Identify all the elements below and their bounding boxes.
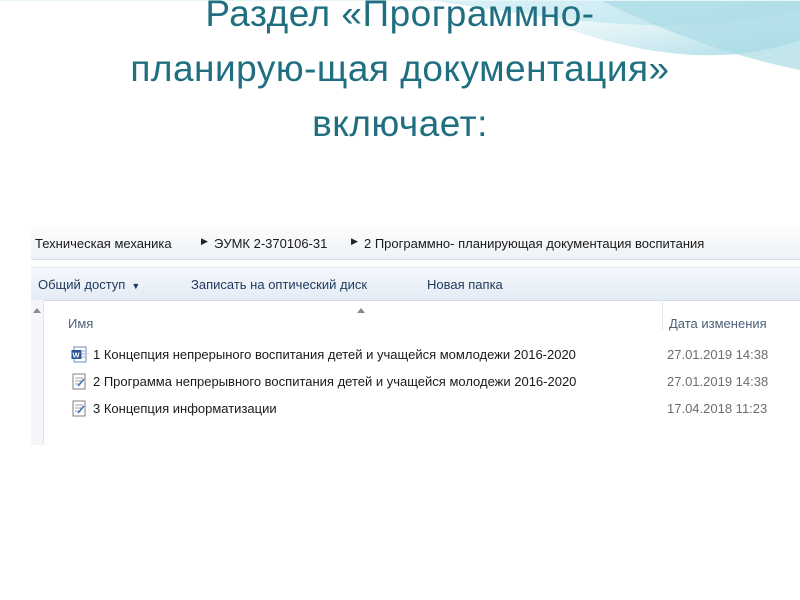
file-date: 17.04.2018 11:23 bbox=[667, 401, 768, 416]
svg-text:W: W bbox=[73, 351, 81, 360]
file-date: 27.01.2019 14:38 bbox=[667, 374, 769, 389]
file-row[interactable]: W 1 Концепция непрерыного воспитания дет… bbox=[43, 344, 800, 366]
share-button-label: Общий доступ bbox=[38, 277, 126, 292]
file-row[interactable]: 3 Концепция информатизации 17.04.2018 11… bbox=[43, 398, 800, 420]
title-line-2: планирую-щая документация» bbox=[130, 48, 670, 89]
slide-title: Раздел «Программно- планирую-щая докумен… bbox=[0, 0, 800, 151]
explorer-window: Техническая механика ▶ ЭУМК 2-370106-31 … bbox=[31, 227, 800, 445]
burn-disc-button[interactable]: Записать на оптический диск bbox=[191, 277, 367, 292]
word-document-icon: W bbox=[71, 346, 87, 363]
breadcrumb-separator-icon[interactable]: ▶ bbox=[201, 236, 208, 247]
breadcrumb-item-3[interactable]: 2 Программно- планирующая документация в… bbox=[364, 236, 704, 251]
share-button[interactable]: Общий доступ ▼ bbox=[38, 277, 140, 292]
text-document-icon bbox=[72, 400, 86, 417]
sort-arrow-icon bbox=[357, 308, 365, 313]
breadcrumb-item-1[interactable]: Техническая механика bbox=[35, 236, 172, 251]
column-header-date[interactable]: Дата изменения bbox=[669, 316, 767, 331]
title-line-3: включает: bbox=[312, 103, 488, 144]
file-name: 2 Программа непрерывного воспитания дете… bbox=[93, 374, 577, 389]
column-header-name[interactable]: Имя bbox=[68, 316, 93, 331]
file-row[interactable]: 2 Программа непрерывного воспитания дете… bbox=[43, 371, 800, 393]
column-header-row: Имя Дата изменения bbox=[43, 300, 800, 331]
column-divider[interactable] bbox=[662, 300, 663, 330]
breadcrumb-item-2[interactable]: ЭУМК 2-370106-31 bbox=[214, 236, 327, 251]
file-date: 27.01.2019 14:38 bbox=[667, 347, 769, 362]
breadcrumb-separator-icon[interactable]: ▶ bbox=[351, 236, 358, 247]
dropdown-arrow-icon: ▼ bbox=[131, 281, 141, 291]
scroll-up-icon[interactable] bbox=[33, 308, 41, 313]
text-document-icon bbox=[72, 373, 86, 390]
address-bar[interactable]: Техническая механика ▶ ЭУМК 2-370106-31 … bbox=[31, 227, 800, 260]
file-name: 1 Концепция непрерыного воспитания детей… bbox=[93, 347, 576, 362]
new-folder-button[interactable]: Новая папка bbox=[427, 277, 503, 292]
title-line-1: Раздел «Программно- bbox=[205, 0, 595, 34]
file-name: 3 Концепция информатизации bbox=[93, 401, 277, 416]
command-toolbar: Общий доступ ▼ Записать на оптический дис… bbox=[31, 267, 800, 301]
